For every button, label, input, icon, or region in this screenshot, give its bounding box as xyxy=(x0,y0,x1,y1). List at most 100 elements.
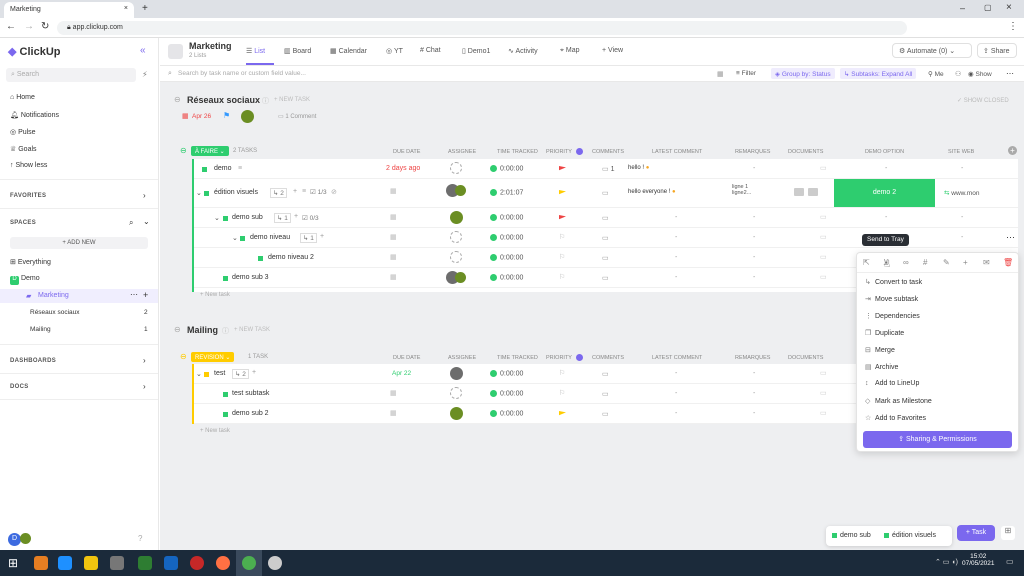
latest-comment[interactable]: - xyxy=(675,234,677,241)
column-header-assignee[interactable]: ASSIGNEE xyxy=(448,355,476,361)
comment-icon[interactable]: ▭ xyxy=(602,214,609,222)
notification-icon[interactable]: ▭ xyxy=(1006,557,1014,566)
document-icon[interactable]: ▭ xyxy=(820,409,827,417)
menu-item-duplicate[interactable]: ❐ Duplicate xyxy=(865,329,904,337)
add-subtask-icon[interactable]: + xyxy=(293,188,297,195)
remarques-cell[interactable]: - xyxy=(753,165,755,172)
sidebar-search-input[interactable]: ⌕ Search xyxy=(6,68,136,82)
task-name[interactable]: demo sub 3 xyxy=(232,274,269,281)
document-icon[interactable]: ▭ xyxy=(820,213,827,221)
column-header-site-web[interactable]: SITE WEB xyxy=(948,149,974,155)
latest-comment[interactable]: hello everyone ! ● xyxy=(628,189,676,195)
demo-option-cell[interactable]: - xyxy=(885,214,887,221)
search-icon[interactable]: ⌕ xyxy=(129,218,133,228)
demo-option-cell[interactable]: - xyxy=(885,165,887,172)
latest-comment[interactable]: - xyxy=(675,370,677,377)
remarques-cell[interactable]: - xyxy=(753,370,755,377)
show-closed-link[interactable]: ✓ SHOW CLOSED xyxy=(957,97,1009,104)
flag-outline-icon[interactable]: ⚐ xyxy=(559,389,565,397)
time-tracked[interactable]: 0:00:00 xyxy=(490,274,523,281)
back-icon[interactable]: ← xyxy=(6,21,16,32)
comment-icon[interactable]: ▭ 1 xyxy=(602,165,614,173)
new-task-row[interactable]: + New task xyxy=(200,428,230,434)
column-header-due-date[interactable]: DUE DATE xyxy=(393,355,420,361)
comment-icon[interactable]: ▭ xyxy=(602,410,609,418)
plus-icon[interactable]: + xyxy=(143,290,148,300)
document-icon[interactable]: ▭ xyxy=(820,233,827,241)
task-name[interactable]: édition visuels xyxy=(214,189,258,196)
attachment-icon[interactable]: ⊘ xyxy=(331,188,337,196)
collapse-icon[interactable]: ⊖ xyxy=(180,146,187,155)
subtask-count[interactable]: ↳ 1 xyxy=(300,233,317,243)
task-name[interactable]: demo sub 2 xyxy=(232,410,269,417)
help-icon[interactable]: ? xyxy=(138,534,142,543)
clock[interactable]: 15:02 07/05/2021 xyxy=(962,553,995,567)
avatar[interactable] xyxy=(241,110,254,123)
task-name[interactable]: demo niveau 2 xyxy=(268,254,314,261)
comment-icon[interactable]: ▭ xyxy=(602,274,609,282)
group-by-button[interactable]: ◈ Group by: Status xyxy=(771,68,835,79)
document-thumbnail[interactable] xyxy=(794,188,804,196)
column-header-demo-option[interactable]: DEMO OPTION xyxy=(865,149,904,155)
more-icon[interactable]: ⋯ xyxy=(1006,232,1015,243)
more-icon[interactable]: ⋯ xyxy=(130,290,138,299)
menu-item-move[interactable]: ⇥ Move subtask xyxy=(865,295,918,303)
site-web-cell[interactable]: - xyxy=(961,214,963,221)
url-field[interactable]: 🔒︎ app.clickup.com xyxy=(57,21,907,35)
sort-icon[interactable] xyxy=(576,354,583,361)
mail-icon[interactable]: ✉ xyxy=(983,258,990,267)
status-badge[interactable]: REVISION ⌄ xyxy=(191,352,235,362)
menu-item-milestone[interactable]: ◇ Mark as Milestone xyxy=(865,397,932,405)
automate-button[interactable]: ⚙︎ Automate (0) ⌄ xyxy=(892,43,972,58)
demo-option-cell[interactable]: demo 2 xyxy=(834,179,935,207)
flag-outline-icon[interactable]: ⚐ xyxy=(559,253,565,261)
apps-icon[interactable]: ⊞ xyxy=(1001,526,1015,540)
windows-start-icon[interactable]: ⊞ xyxy=(8,556,18,570)
app-icon[interactable] xyxy=(190,556,204,570)
remarques-cell[interactable]: - xyxy=(753,214,755,221)
spreadsheet-icon[interactable] xyxy=(138,556,152,570)
column-header-time[interactable]: TIME TRACKED xyxy=(497,355,538,361)
comment-icon[interactable]: ▭ xyxy=(602,234,609,242)
chevron-down-icon[interactable]: ⌄ xyxy=(232,234,238,242)
avatar[interactable] xyxy=(20,533,31,544)
trash-icon[interactable]: 🗑︎ xyxy=(1003,258,1013,267)
chevron-down-icon[interactable]: ⌄ xyxy=(196,189,202,197)
add-view-button[interactable]: + View xyxy=(602,47,623,54)
assignee-placeholder-icon[interactable] xyxy=(450,162,462,174)
plus-icon[interactable]: + xyxy=(963,258,968,267)
app-icon[interactable] xyxy=(164,556,178,570)
document-icon[interactable]: ▭ xyxy=(820,369,827,377)
sidebar-item-home[interactable]: ⌂ Home xyxy=(10,94,35,101)
task-name[interactable]: test xyxy=(214,370,225,377)
subtask-count[interactable]: ↳ 2 xyxy=(232,369,249,379)
collapse-icon[interactable]: ⊖ xyxy=(174,325,181,334)
more-icon[interactable]: ⋯ xyxy=(1006,69,1014,78)
subtask-count[interactable]: ↳ 1 xyxy=(274,213,291,223)
table-row[interactable]: ⌄ demo sub ↳ 1 + ☑ 0/3 ▦ 0:00:00 ▭ - - ▭… xyxy=(194,208,1018,228)
avatar[interactable] xyxy=(450,211,463,224)
flag-outline-icon[interactable]: ⚐ xyxy=(559,233,565,241)
column-header-latest[interactable]: LATEST COMMENT xyxy=(652,149,702,155)
sidebar-list-reseaux[interactable]: Réseaux sociaux xyxy=(30,309,80,316)
column-header-priority[interactable]: PRIORITY xyxy=(546,355,572,361)
sharing-permissions-button[interactable]: ⇪ Sharing & Permissions xyxy=(863,431,1012,448)
latest-comment[interactable]: - xyxy=(675,390,677,397)
tab-board[interactable]: ▥ Board xyxy=(284,47,311,55)
remarques-cell[interactable]: ligne 1 ligne2... xyxy=(732,184,760,196)
tab-activity[interactable]: ∿ Activity xyxy=(508,47,538,55)
status-badge[interactable]: À FAIRE ⌄ xyxy=(191,146,229,156)
avatar[interactable] xyxy=(450,407,463,420)
menu-item-convert[interactable]: ↳ Convert to task xyxy=(865,278,922,286)
table-row[interactable]: ⌄ édition visuels ↳ 2 + ≡ ☑ 1/3 ⊘ ▦ 2:01… xyxy=(194,179,1018,208)
favorites-header[interactable]: FAVORITES xyxy=(10,193,46,199)
sort-icon[interactable] xyxy=(576,148,583,155)
comment-icon[interactable]: ▭ xyxy=(602,254,609,262)
flag-outline-icon[interactable]: ⚐ xyxy=(559,273,565,281)
comments-link[interactable]: ▭ 1 Comment xyxy=(278,113,316,120)
menu-item-lineup[interactable]: ↕ Add to LineUp xyxy=(865,380,919,387)
app-icon[interactable] xyxy=(58,556,72,570)
tab-list[interactable]: ☰ List xyxy=(246,47,265,55)
comment-icon[interactable]: ▭ xyxy=(602,370,609,378)
reload-icon[interactable]: ↻ xyxy=(41,21,49,32)
